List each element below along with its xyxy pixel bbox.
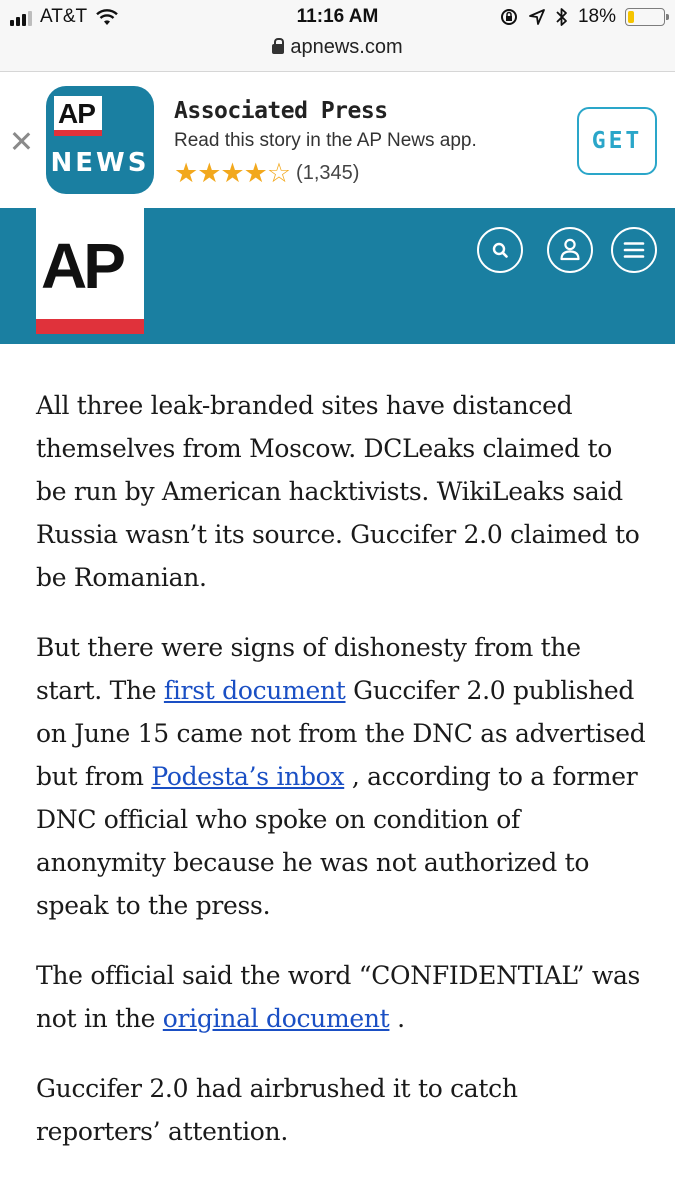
bluetooth-icon (556, 8, 567, 26)
browser-status-bar: AT&T 11:16 AM 18% apnews.com (0, 0, 675, 72)
original-document-link[interactable]: original document (163, 1004, 390, 1033)
battery-icon (625, 8, 669, 26)
app-icon: AP NEWS (46, 86, 154, 194)
battery-percent: 18% (577, 6, 616, 27)
article-paragraph-2: But there were signs of dishonesty from … (36, 626, 646, 927)
article-paragraph-4: Guccifer 2.0 had airbrushed it to catch … (36, 1074, 518, 1146)
article-body: All three leak-branded sites have distan… (36, 384, 646, 1180)
status-right: 18% (499, 6, 669, 28)
address-bar[interactable]: apnews.com (0, 36, 675, 59)
user-icon (560, 238, 580, 261)
app-rating: ★★★★☆ (1,345) (174, 160, 359, 187)
location-icon (529, 9, 545, 25)
article-paragraph-3: The official said the word “CONFIDENTIAL… (36, 954, 646, 1040)
battery-level (628, 11, 634, 23)
site-header: AP (0, 208, 675, 344)
menu-button[interactable] (611, 227, 657, 273)
lock-icon (272, 38, 285, 54)
app-icon-ap-text: AP (58, 98, 96, 129)
account-button[interactable] (547, 227, 593, 273)
podesta-inbox-link[interactable]: Podesta’s inbox (151, 762, 344, 791)
ap-logo[interactable]: AP (36, 208, 144, 334)
get-app-button[interactable]: GET (577, 107, 657, 175)
article-paragraph-1: All three leak-branded sites have distan… (36, 391, 640, 592)
orientation-lock-icon (500, 9, 517, 25)
rating-count: (1,345) (296, 162, 360, 184)
app-icon-ap-logo: AP (54, 96, 102, 136)
first-document-link[interactable]: first document (164, 676, 346, 705)
app-name: Associated Press (174, 98, 388, 124)
menu-icon (623, 242, 645, 258)
app-description: Read this story in the AP News app. (174, 130, 477, 151)
rating-stars-icon: ★★★★☆ (174, 158, 291, 188)
search-button[interactable] (477, 227, 523, 273)
paragraph-3-text-b: . (389, 1004, 405, 1033)
close-icon[interactable] (10, 130, 32, 152)
app-icon-news-text: NEWS (50, 148, 150, 178)
url-text: apnews.com (290, 36, 403, 58)
ap-logo-bar (36, 319, 144, 334)
smart-app-banner: AP NEWS Associated Press Read this story… (0, 72, 675, 208)
ap-logo-text: AP (41, 230, 126, 302)
search-icon (492, 242, 508, 258)
